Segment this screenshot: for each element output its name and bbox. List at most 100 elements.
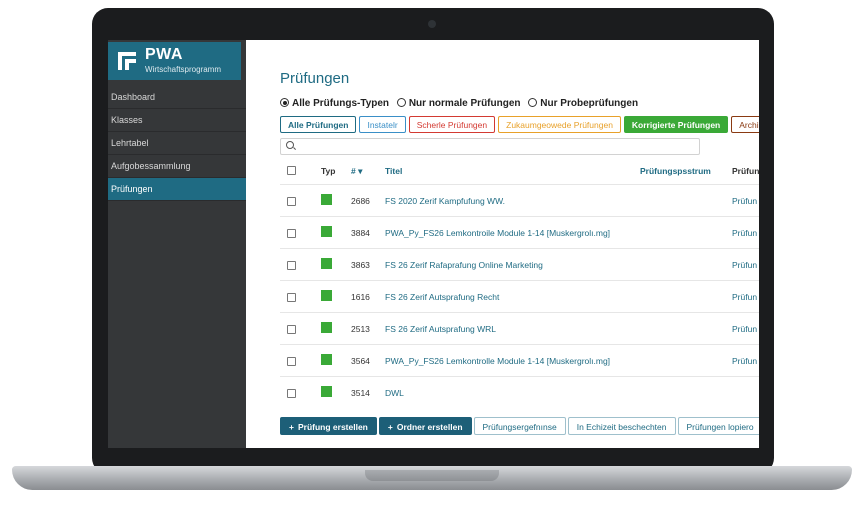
type-filter: Alle Prüfungs-Typen Nur normale Prüfunge… <box>280 98 643 109</box>
action-button[interactable]: Prüfungsergefnınse <box>473 417 566 435</box>
action-button[interactable]: + Prüfung erstellen <box>280 417 377 435</box>
sidebar-item-klasses[interactable]: Klasses <box>108 109 246 132</box>
checkbox <box>287 389 296 398</box>
filter-button[interactable]: Instatelr <box>359 116 406 133</box>
select-all-checkbox[interactable] <box>287 166 296 177</box>
table-row[interactable]: 3514 DWL <box>280 376 759 408</box>
row-checkbox[interactable] <box>287 357 296 368</box>
exam-action-link[interactable]: Prüfun <box>732 324 757 334</box>
exam-title-link[interactable]: PWA_Py_FS26 Lemkontroile Module 1-14 [Mu… <box>385 228 610 238</box>
filter-button[interactable]: Archie <box>731 116 759 133</box>
row-checkbox[interactable] <box>287 197 296 208</box>
type-indicator <box>321 226 332 237</box>
type-indicator <box>321 258 332 269</box>
type-indicator <box>321 290 332 301</box>
action-bar: + Prüfung erstellen + Ordner erstellen Prüfu… <box>280 417 759 435</box>
exam-number: 3863 <box>351 260 370 270</box>
action-button-label: Ordner erstellen <box>396 422 463 432</box>
exam-number: 3884 <box>351 228 370 238</box>
table-row[interactable]: 3863 FS 26 Zerif Rafaprafung Online Marke… <box>280 248 759 280</box>
exam-action-link[interactable]: Prüfun <box>732 356 757 366</box>
table-row[interactable]: 2513 FS 26 Zerif Autsprafung WRL Prüfun <box>280 312 759 344</box>
brand[interactable]: PWA Wirtschaftsprogramm <box>108 42 241 80</box>
sidebar-item-pruefungen[interactable]: Prüfungen <box>108 178 246 201</box>
sidebar-item-lehrtabel[interactable]: Lehrtabel <box>108 132 246 155</box>
exam-title-link[interactable]: FS 2020 Zerif Kampfufung WW. <box>385 196 505 206</box>
search-icon <box>286 141 294 149</box>
table-header: Typ # ▾ Titel Prüfungspsstrum Prüfun <box>280 166 759 180</box>
brand-subtitle: Wirtschaftsprogramm <box>145 65 222 74</box>
column-number-label: # <box>351 166 356 176</box>
sidebar-item-aufgabensammlung[interactable]: Aufgobessammlung <box>108 155 246 178</box>
brand-name: PWA <box>145 46 183 63</box>
exam-number: 3564 <box>351 356 370 366</box>
column-extra[interactable]: Prüfun <box>732 166 759 176</box>
exam-title-link[interactable]: FS 26 Zerif Rafaprafung Online Marketing <box>385 260 543 270</box>
action-button-label: Prüfungsergefnınse <box>482 422 557 432</box>
exam-action-link[interactable]: Prüfun <box>732 228 757 238</box>
table-row[interactable]: 3564 PWA_Py_FS26 Lemkontrolle Module 1-14… <box>280 344 759 376</box>
exam-number: 2686 <box>351 196 370 206</box>
page-title: Prüfungen <box>280 70 350 87</box>
radio-dot <box>280 98 289 107</box>
radio-dot <box>528 98 538 107</box>
filter-button[interactable]: Zukaumgeowede Prüfungen <box>498 116 621 133</box>
exam-title-link[interactable]: FS 26 Zerif Autsprafung Recht <box>385 292 499 302</box>
row-checkbox[interactable] <box>287 261 296 272</box>
table-row[interactable]: 1616 FS 26 Zerif Autsprafung Recht Prüfun <box>280 280 759 312</box>
exam-table-body: 2686 FS 2020 Zerif Kampfufung WW. Prüfun 38… <box>280 184 759 408</box>
radio-label: Nur Probeprüfungen <box>540 98 639 109</box>
search-input[interactable] <box>280 138 700 155</box>
radio-label: Nur normale Prüfungen <box>408 98 521 109</box>
radio-all-types[interactable]: Alle Prüfungs-Typen <box>280 98 389 109</box>
radio-dot <box>396 98 406 107</box>
type-indicator <box>321 386 332 397</box>
exam-title-link[interactable]: PWA_Py_FS26 Lemkontrolle Module 1-14 [Mu… <box>385 356 610 366</box>
laptop-notch <box>365 470 499 481</box>
type-indicator <box>321 322 332 333</box>
row-checkbox[interactable] <box>287 325 296 336</box>
filter-button[interactable]: Korrigierte Prüfungen <box>623 116 729 133</box>
row-checkbox[interactable] <box>287 293 296 304</box>
action-button[interactable]: Prüfungen lopiero <box>677 417 759 435</box>
camera-icon <box>428 20 436 28</box>
sidebar-nav: Dashboard Klasses Lehrtabel Aufgobessamm… <box>108 86 246 201</box>
checkbox <box>287 229 296 238</box>
column-date[interactable]: Prüfungspsstrum <box>640 166 711 176</box>
column-number[interactable]: # ▾ <box>351 166 362 177</box>
type-indicator <box>321 354 332 365</box>
checkbox <box>287 293 296 302</box>
filter-button[interactable]: Alle Prüfungen <box>280 116 357 133</box>
exam-title-link[interactable]: DWL <box>385 388 404 398</box>
exam-action-link[interactable]: Prüfun <box>732 196 757 206</box>
checkbox <box>287 166 296 175</box>
sort-desc-icon: ▾ <box>358 166 363 176</box>
main-content: Prüfungen Alle Prüfungs-Typen Nur normal… <box>246 40 759 448</box>
radio-probe[interactable]: Nur Probeprüfungen <box>528 98 638 109</box>
radio-label: Alle Prüfungs-Typen <box>292 98 390 109</box>
exam-title-link[interactable]: FS 26 Zerif Autsprafung WRL <box>385 324 496 334</box>
exam-number: 2513 <box>351 324 370 334</box>
sidebar: PWA Wirtschaftsprogramm Dashboard Klasse… <box>108 40 246 448</box>
action-button[interactable]: + Ordner erstellen <box>378 417 472 435</box>
checkbox <box>287 261 296 270</box>
table-row[interactable]: 2686 FS 2020 Zerif Kampfufung WW. Prüfun <box>280 184 759 216</box>
pwa-logo-icon <box>118 52 136 70</box>
exam-number: 3514 <box>351 388 370 398</box>
action-button-label: Prüfung erstellen <box>297 422 368 432</box>
table-row[interactable]: 3884 PWA_Py_FS26 Lemkontroile Module 1-14… <box>280 216 759 248</box>
row-checkbox[interactable] <box>287 229 296 240</box>
filter-button[interactable]: Scherle Prüfungen <box>408 116 496 133</box>
action-button-label: In Echizeit beschechten <box>576 422 667 432</box>
action-button-label: Prüfungen lopiero <box>686 422 754 432</box>
column-title[interactable]: Titel <box>385 166 402 176</box>
row-checkbox[interactable] <box>287 389 296 400</box>
action-button[interactable]: In Echizeit beschechten <box>567 417 676 435</box>
column-typ[interactable]: Typ <box>321 166 335 176</box>
radio-normal[interactable]: Nur normale Prüfungen <box>396 98 521 109</box>
exam-action-link[interactable]: Prüfun <box>732 292 757 302</box>
sidebar-item-dashboard[interactable]: Dashboard <box>108 86 246 109</box>
plus-icon: + <box>387 422 393 432</box>
exam-action-link[interactable]: Prüfun <box>732 260 757 270</box>
checkbox <box>287 197 296 206</box>
